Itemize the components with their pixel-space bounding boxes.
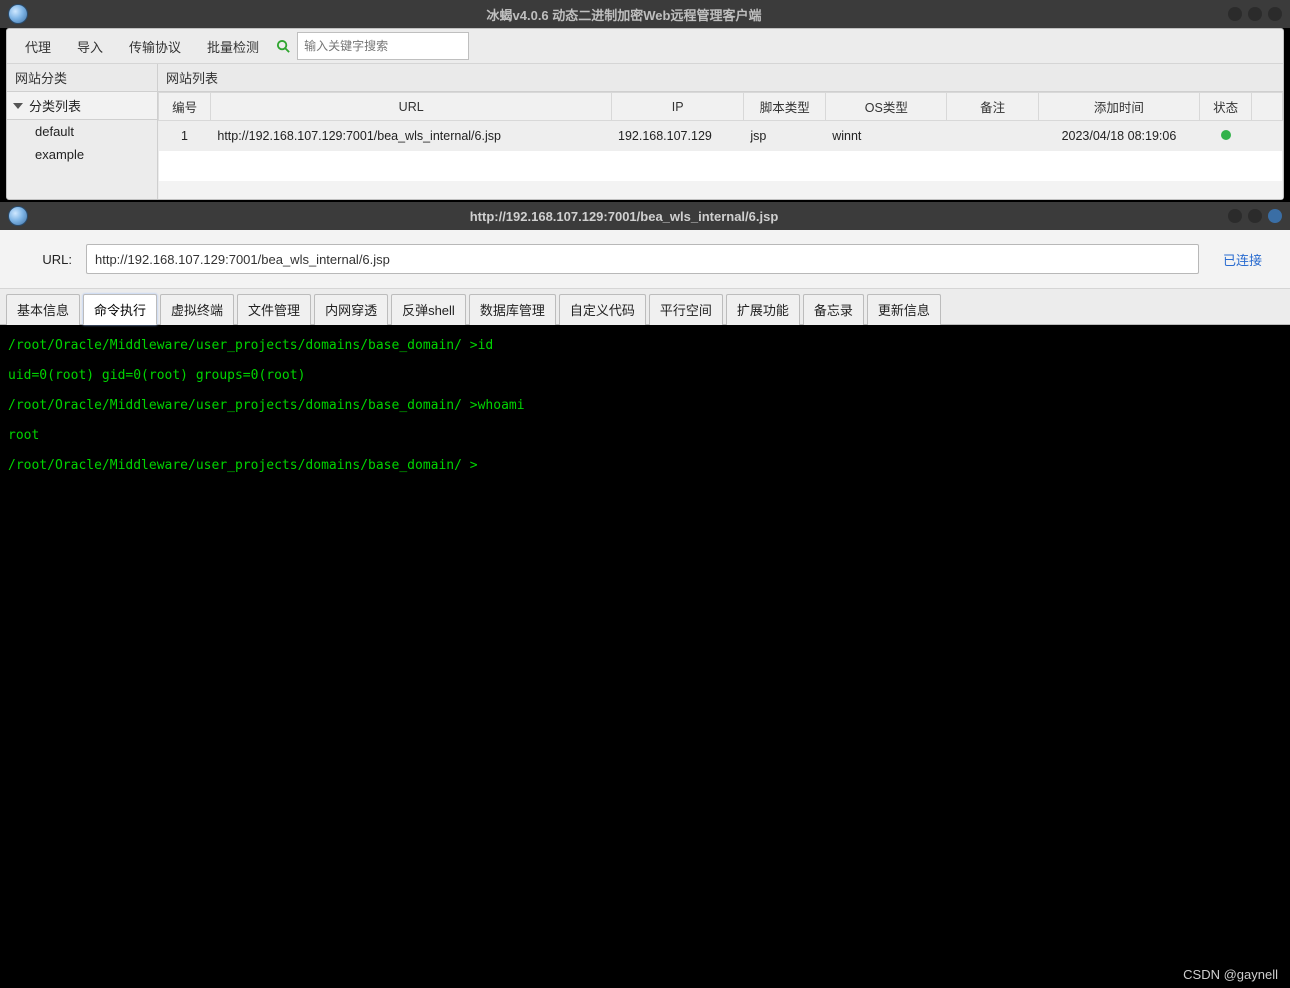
col-spacer (1252, 93, 1283, 121)
main-window-title: 冰蝎v4.0.6 动态二进制加密Web远程管理客户端 (28, 5, 1220, 24)
app-icon (8, 206, 28, 226)
cell-url: http://192.168.107.129:7001/bea_wls_inte… (211, 121, 612, 152)
menu-proxy[interactable]: 代理 (15, 33, 61, 60)
cell-status (1199, 121, 1251, 152)
col-url[interactable]: URL (211, 93, 612, 121)
watermark: CSDN @gaynell (1183, 967, 1278, 982)
cell-script: jsp (744, 121, 826, 152)
maximize-icon[interactable] (1248, 209, 1262, 223)
url-label: URL: (18, 252, 72, 267)
status-ok-icon (1221, 130, 1231, 140)
command-terminal[interactable]: /root/Oracle/Middleware/user_projects/do… (0, 325, 1290, 983)
url-input[interactable] (86, 244, 1199, 274)
site-list: 网站列表 编号 URL IP 脚本类型 OS类型 备注 添加时间 状态 (158, 64, 1283, 199)
cell-time: 2023/04/18 08:19:06 (1038, 121, 1199, 152)
menu-import[interactable]: 导入 (67, 33, 113, 60)
table-row (159, 181, 1283, 199)
sidebar-header: 网站分类 (7, 64, 157, 92)
search-input[interactable] (297, 32, 469, 60)
search-icon[interactable] (275, 38, 291, 54)
terminal-line: uid=0(root) gid=0(root) groups=0(root) (8, 361, 1282, 391)
manager-window: 代理 导入 传输协议 批量检测 网站分类 分类列表 default exampl… (6, 28, 1284, 200)
tree-header-label: 分类列表 (29, 96, 81, 115)
tree-header[interactable]: 分类列表 (7, 92, 157, 120)
cell-num: 1 (159, 121, 211, 152)
window-controls-main (1228, 7, 1282, 21)
table-header-row: 编号 URL IP 脚本类型 OS类型 备注 添加时间 状态 (159, 93, 1283, 121)
window-controls-session (1228, 209, 1282, 223)
tab-7[interactable]: 自定义代码 (559, 294, 646, 325)
tab-strip: 基本信息命令执行虚拟终端文件管理内网穿透反弹shell数据库管理自定义代码平行空… (0, 289, 1290, 325)
col-status[interactable]: 状态 (1199, 93, 1251, 121)
list-header: 网站列表 (158, 64, 1283, 92)
cell-note (947, 121, 1039, 152)
app-icon (8, 4, 28, 24)
maximize-icon[interactable] (1248, 7, 1262, 21)
terminal-line: root (8, 421, 1282, 451)
minimize-icon[interactable] (1228, 7, 1242, 21)
tab-10[interactable]: 备忘录 (803, 294, 864, 325)
sidebar-item-default[interactable]: default (7, 120, 157, 143)
table-row[interactable]: 1 http://192.168.107.129:7001/bea_wls_in… (159, 121, 1283, 152)
cell-ip: 192.168.107.129 (612, 121, 744, 152)
tab-9[interactable]: 扩展功能 (726, 294, 800, 325)
col-script[interactable]: 脚本类型 (744, 93, 826, 121)
tab-2[interactable]: 虚拟终端 (160, 294, 234, 325)
cell-os: winnt (826, 121, 947, 152)
terminal-line: /root/Oracle/Middleware/user_projects/do… (8, 451, 1282, 481)
close-icon[interactable] (1268, 209, 1282, 223)
menu-batch[interactable]: 批量检测 (197, 33, 269, 60)
close-icon[interactable] (1268, 7, 1282, 21)
session-window-titlebar: http://192.168.107.129:7001/bea_wls_inte… (0, 202, 1290, 230)
terminal-line: /root/Oracle/Middleware/user_projects/do… (8, 331, 1282, 361)
tab-0[interactable]: 基本信息 (6, 294, 80, 325)
url-bar: URL: 已连接 (0, 230, 1290, 289)
col-note[interactable]: 备注 (947, 93, 1039, 121)
connection-status: 已连接 (1213, 250, 1272, 269)
tab-1[interactable]: 命令执行 (83, 294, 157, 325)
col-ip[interactable]: IP (612, 93, 744, 121)
menu-transport[interactable]: 传输协议 (119, 33, 191, 60)
tab-6[interactable]: 数据库管理 (469, 294, 556, 325)
table-row (159, 151, 1283, 181)
menubar: 代理 导入 传输协议 批量检测 (7, 29, 1283, 64)
col-time[interactable]: 添加时间 (1038, 93, 1199, 121)
site-table: 编号 URL IP 脚本类型 OS类型 备注 添加时间 状态 1 http:/ (158, 92, 1283, 199)
tab-3[interactable]: 文件管理 (237, 294, 311, 325)
tab-5[interactable]: 反弹shell (391, 294, 466, 325)
chevron-down-icon (13, 103, 23, 109)
col-num[interactable]: 编号 (159, 93, 211, 121)
minimize-icon[interactable] (1228, 209, 1242, 223)
sidebar: 网站分类 分类列表 default example (7, 64, 158, 199)
tab-8[interactable]: 平行空间 (649, 294, 723, 325)
tab-11[interactable]: 更新信息 (867, 294, 941, 325)
terminal-line: /root/Oracle/Middleware/user_projects/do… (8, 391, 1282, 421)
tab-4[interactable]: 内网穿透 (314, 294, 388, 325)
session-window-title: http://192.168.107.129:7001/bea_wls_inte… (28, 209, 1220, 224)
main-window-titlebar: 冰蝎v4.0.6 动态二进制加密Web远程管理客户端 (0, 0, 1290, 28)
sidebar-item-example[interactable]: example (7, 143, 157, 166)
col-os[interactable]: OS类型 (826, 93, 947, 121)
